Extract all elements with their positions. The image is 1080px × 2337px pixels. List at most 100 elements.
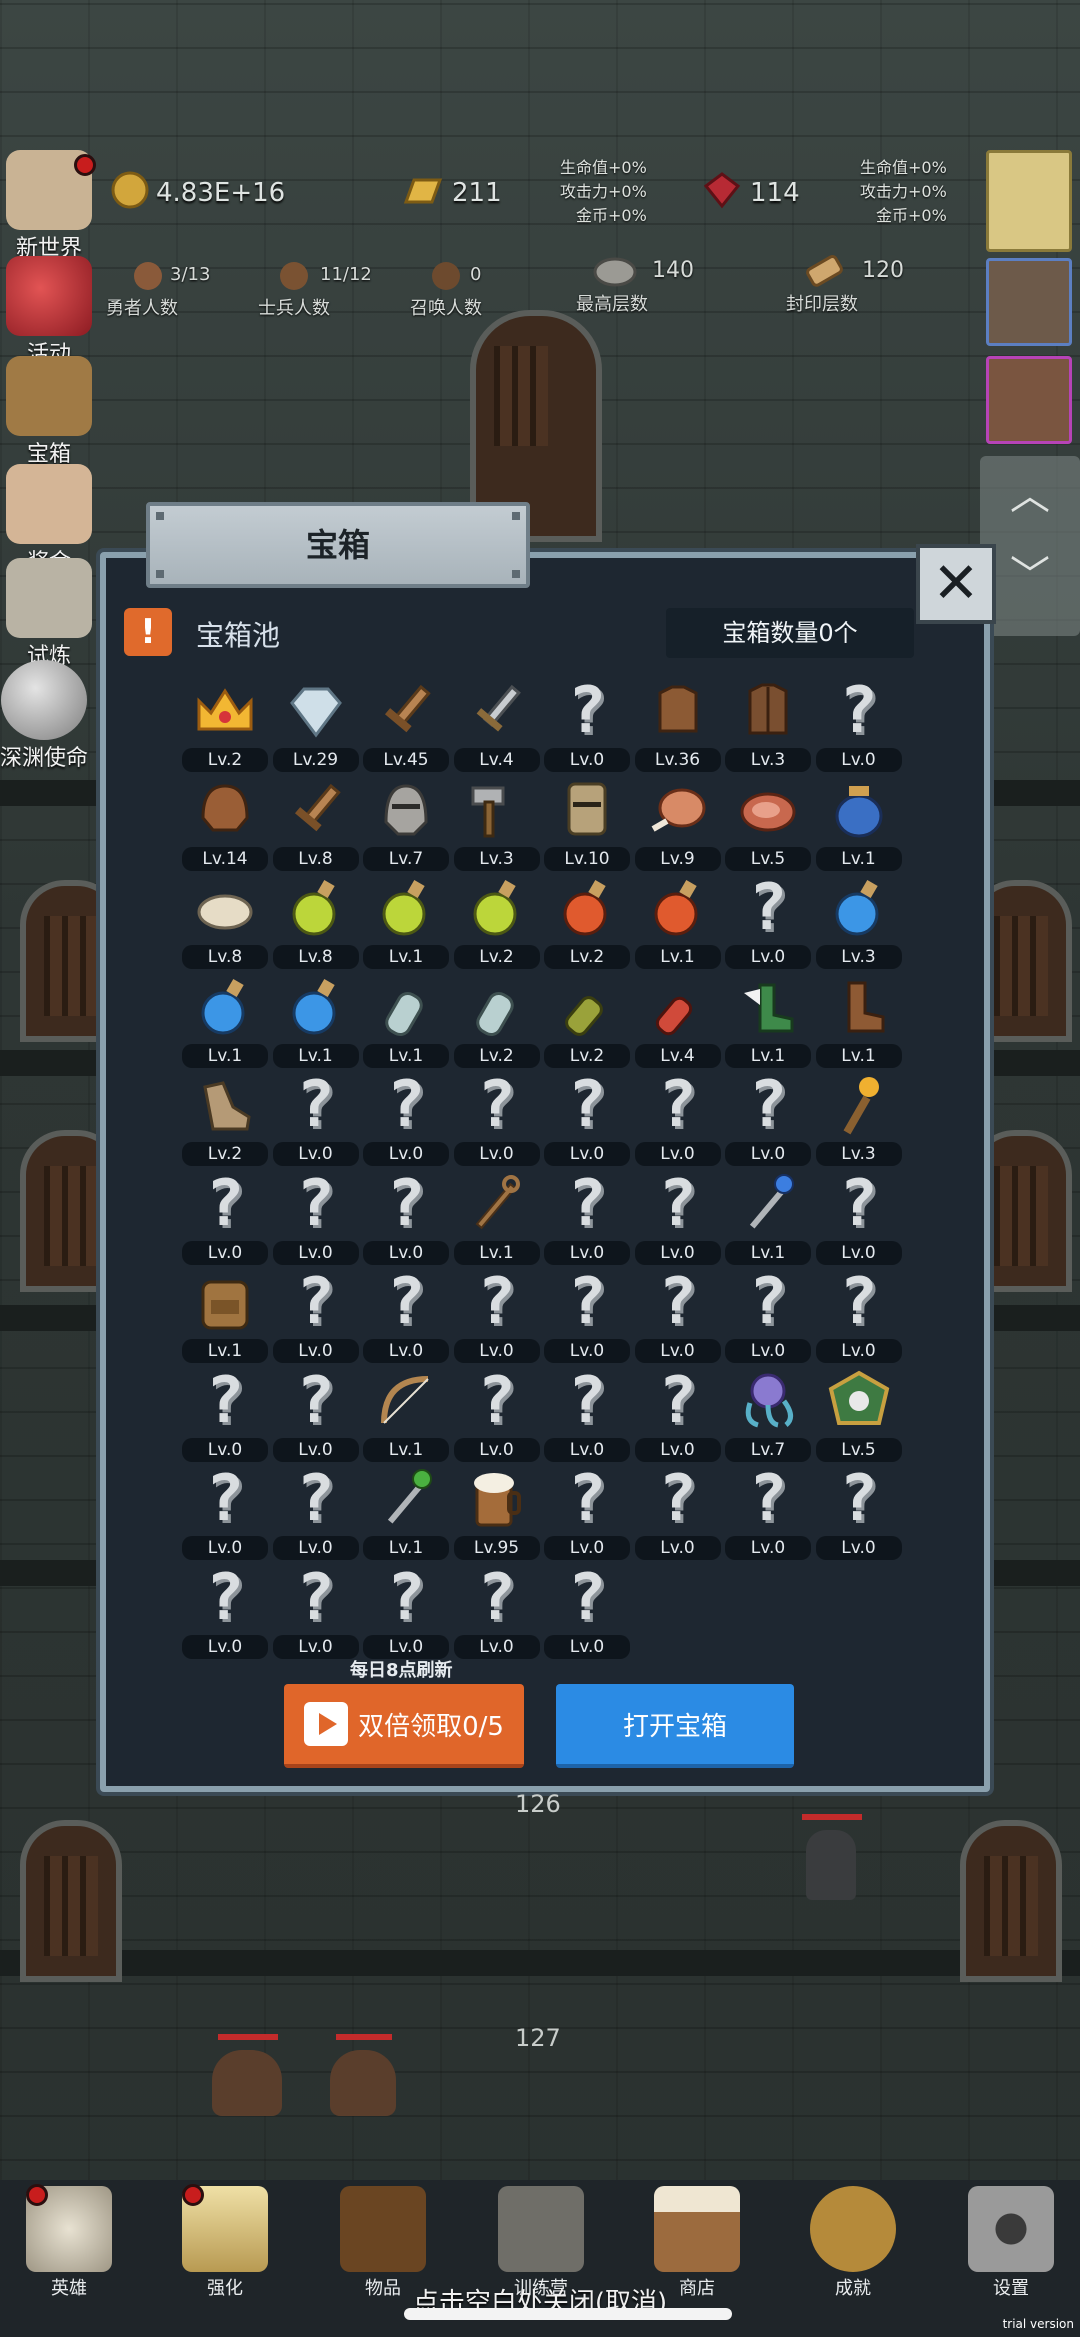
item-slot[interactable]: Lv.7	[725, 1366, 811, 1464]
item-slot[interactable]: Lv.10	[544, 775, 630, 873]
item-slot[interactable]: ? Lv.0	[544, 1070, 630, 1168]
stone-icon	[592, 252, 638, 293]
bonus-hp: 生命值+0%	[860, 158, 947, 177]
item-slot[interactable]: Lv.14	[182, 775, 268, 873]
item-slot[interactable]: ? Lv.0	[634, 1366, 721, 1464]
item-slot[interactable]: Lv.1	[725, 1169, 811, 1267]
item-slot[interactable]: Lv.1	[363, 1366, 449, 1464]
side-abyss[interactable]: 深渊使命	[0, 660, 88, 772]
item-slot[interactable]: ? Lv.0	[544, 1464, 630, 1562]
item-slot[interactable]: ? Lv.0	[725, 1267, 811, 1365]
item-slot[interactable]: ? Lv.0	[272, 1366, 359, 1464]
item-slot[interactable]: Lv.1	[725, 972, 811, 1070]
unknown-icon: ?	[839, 1166, 878, 1241]
item-slot[interactable]: ? Lv.0	[725, 873, 811, 971]
item-slot[interactable]: Lv.1	[363, 972, 449, 1070]
item-slot[interactable]: Lv.3	[815, 1070, 902, 1168]
item-slot[interactable]: ? Lv.0	[634, 1169, 721, 1267]
item-slot[interactable]: Lv.7	[363, 775, 449, 873]
item-slot[interactable]: ? Lv.0	[453, 1267, 540, 1365]
open-chest-button[interactable]: 打开宝箱	[556, 1684, 794, 1768]
item-slot[interactable]: Lv.5	[725, 775, 811, 873]
item-slot[interactable]: Lv.1	[182, 972, 268, 1070]
item-slot[interactable]: Lv.9	[634, 775, 721, 873]
item-slot[interactable]: ? Lv.0	[182, 1464, 268, 1562]
item-slot[interactable]: ? Lv.0	[182, 1366, 268, 1464]
item-slot[interactable]: Lv.1	[363, 873, 449, 971]
item-slot[interactable]: ? Lv.0	[815, 1166, 902, 1267]
item-slot[interactable]: Lv.1	[363, 1464, 449, 1562]
home-indicator[interactable]	[404, 2308, 732, 2320]
hero-portrait-icon[interactable]	[986, 258, 1072, 346]
item-slot[interactable]: ? Lv.0	[634, 1464, 721, 1562]
item-slot[interactable]: Lv.45	[363, 676, 449, 774]
item-slot[interactable]: ? Lv.0	[725, 1464, 811, 1562]
side-activity[interactable]: 活动	[6, 256, 92, 368]
item-slot[interactable]: ? Lv.0	[272, 1563, 359, 1661]
item-slot[interactable]: Lv.4	[634, 972, 721, 1070]
item-slot[interactable]: ? Lv.0	[544, 1169, 630, 1267]
bonus-hp: 生命值+0%	[560, 158, 647, 177]
item-slot[interactable]: ? Lv.0	[272, 1464, 359, 1562]
item-slot[interactable]: ? Lv.0	[272, 1267, 359, 1365]
item-level: Lv.8	[182, 945, 268, 969]
item-slot[interactable]: Lv.8	[272, 873, 359, 971]
item-slot[interactable]: ? Lv.0	[182, 1169, 268, 1267]
item-slot[interactable]: Lv.8	[182, 873, 268, 971]
side-chest[interactable]: 宝箱	[6, 356, 92, 468]
side-new-world[interactable]: 新世界	[6, 150, 96, 262]
item-slot[interactable]: ? Lv.0	[453, 1366, 540, 1464]
item-slot[interactable]: Lv.95	[453, 1464, 540, 1562]
item-slot[interactable]: Lv.4	[453, 676, 540, 774]
item-slot[interactable]: Lv.1	[453, 1169, 540, 1267]
side-trial[interactable]: 试炼	[6, 558, 92, 670]
item-slot[interactable]: Lv.1	[634, 873, 721, 971]
candle-buff-icon[interactable]	[986, 150, 1072, 252]
item-level: Lv.7	[725, 1437, 811, 1462]
item-slot[interactable]: Lv.2	[182, 1070, 268, 1168]
item-slot[interactable]: Lv.36	[634, 676, 721, 774]
item-slot[interactable]: ? Lv.0	[544, 676, 630, 774]
item-slot[interactable]: Lv.2	[182, 676, 268, 774]
item-slot[interactable]: ? Lv.0	[182, 1563, 268, 1661]
ghost-enemy[interactable]	[806, 1830, 856, 1900]
info-icon[interactable]: !	[124, 608, 172, 656]
item-slot[interactable]: ? Lv.0	[544, 1563, 630, 1661]
item-slot[interactable]: Lv.1	[182, 1267, 268, 1365]
item-slot[interactable]: ? Lv.0	[272, 1070, 359, 1168]
item-slot[interactable]: ? Lv.0	[363, 1070, 449, 1168]
item-slot[interactable]: Lv.2	[544, 873, 630, 971]
double-claim-button[interactable]: 双倍领取0/5	[284, 1684, 524, 1768]
hero-portrait-icon[interactable]	[986, 356, 1072, 444]
item-slot[interactable]: ? Lv.0	[453, 1563, 540, 1661]
item-slot[interactable]: Lv.8	[272, 775, 359, 873]
item-slot[interactable]: ? Lv.0	[815, 1267, 902, 1365]
item-slot[interactable]: Lv.3	[815, 873, 902, 971]
item-slot[interactable]: Lv.2	[544, 972, 630, 1070]
bat-enemy[interactable]	[212, 2050, 282, 2116]
item-slot[interactable]: ? Lv.0	[453, 1070, 540, 1168]
item-slot[interactable]: Lv.1	[272, 972, 359, 1070]
item-slot[interactable]: ? Lv.0	[544, 1267, 630, 1365]
item-slot[interactable]: Lv.2	[453, 972, 540, 1070]
item-slot[interactable]: ? Lv.0	[815, 676, 902, 774]
item-slot[interactable]: Lv.2	[453, 873, 540, 971]
item-slot[interactable]: ? Lv.0	[363, 1169, 449, 1267]
close-button[interactable]: ✕	[916, 544, 996, 624]
item-slot[interactable]: Lv.3	[453, 775, 540, 873]
item-slot[interactable]: ? Lv.0	[634, 1267, 721, 1365]
item-slot[interactable]: Lv.1	[815, 775, 902, 873]
item-slot[interactable]: ? Lv.0	[634, 1070, 721, 1168]
item-slot[interactable]: ? Lv.0	[725, 1070, 811, 1168]
item-slot[interactable]: ? Lv.0	[272, 1169, 359, 1267]
item-slot[interactable]: Lv.3	[725, 676, 811, 774]
item-slot[interactable]: Lv.29	[272, 676, 359, 774]
item-slot[interactable]: ? Lv.0	[544, 1366, 630, 1464]
item-slot[interactable]: ? Lv.0	[815, 1464, 902, 1562]
item-slot[interactable]: ? Lv.0	[363, 1267, 449, 1365]
item-slot[interactable]: Lv.5	[815, 1366, 902, 1464]
item-slot[interactable]: Lv.1	[815, 972, 902, 1070]
item-slot[interactable]: ? Lv.0	[363, 1563, 449, 1661]
bat-enemy[interactable]	[330, 2050, 396, 2116]
chevron-up-icon[interactable]: ︿	[980, 456, 1080, 536]
